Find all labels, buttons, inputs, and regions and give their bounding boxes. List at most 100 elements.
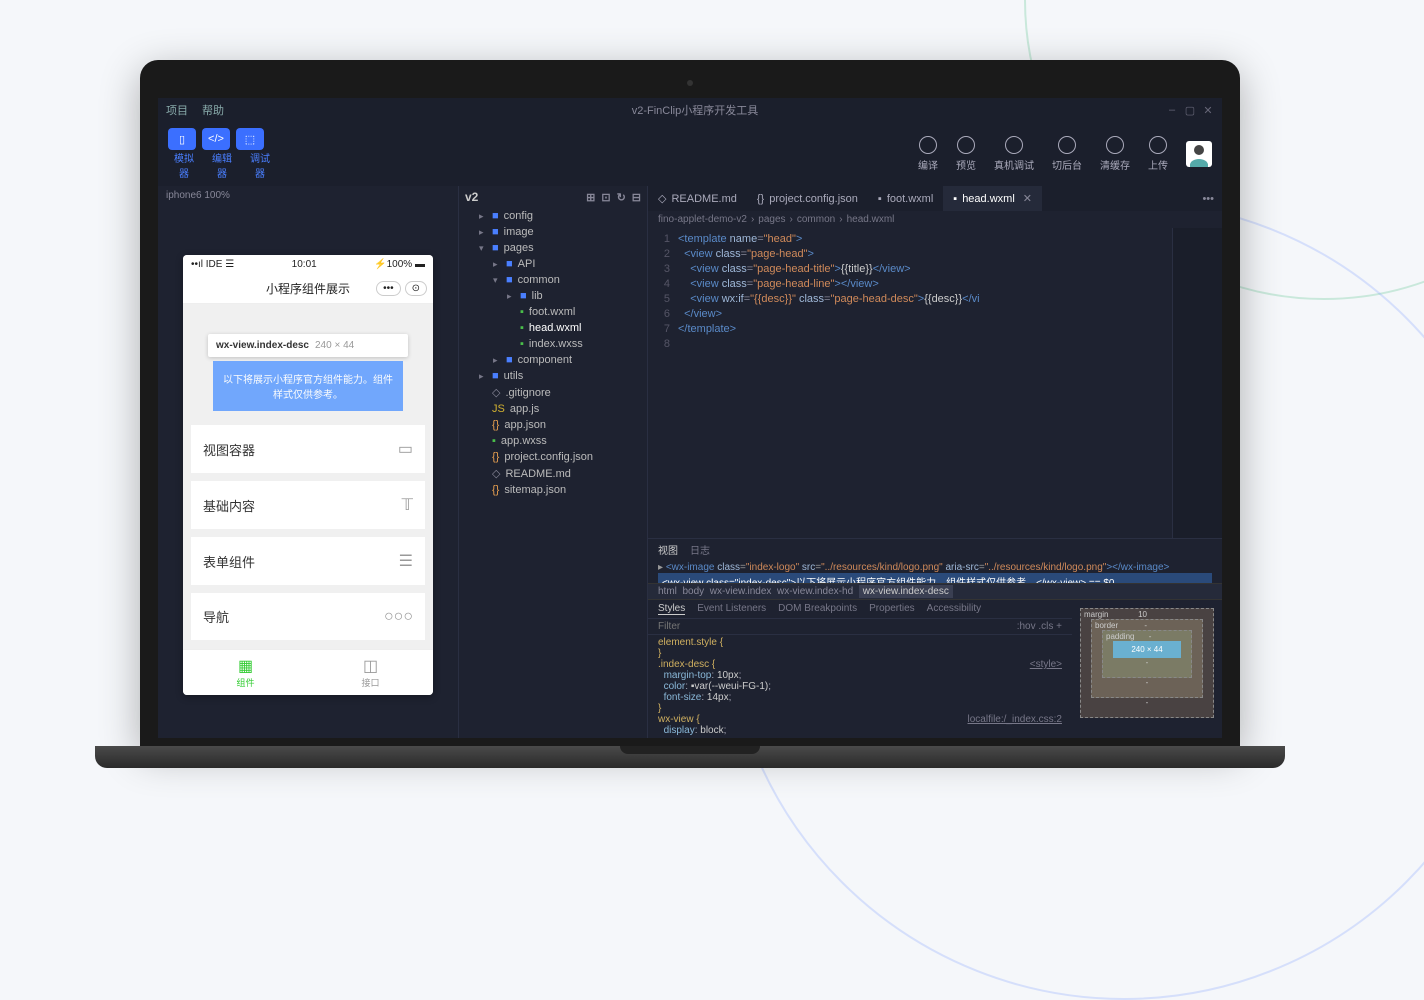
refresh-icon[interactable]: ↻ [617, 191, 626, 204]
list-item-basic[interactable]: 基础内容𝕋 [191, 481, 425, 529]
tree-file[interactable]: ▪app.wxss [459, 433, 647, 449]
compile-button[interactable]: 编译 [918, 136, 938, 172]
folder-icon: ■ [492, 210, 499, 222]
close-icon[interactable]: ✕ [1023, 192, 1032, 205]
tab-foot[interactable]: ▪foot.wxml [868, 187, 943, 211]
tree-file[interactable]: ◇.gitignore [459, 384, 647, 401]
tree-file[interactable]: {}project.config.json [459, 449, 647, 465]
hov-toggle[interactable]: :hov [1017, 621, 1036, 632]
user-avatar[interactable] [1186, 141, 1212, 167]
new-folder-icon[interactable]: ⊡ [601, 191, 610, 204]
styles-filter-input[interactable] [658, 621, 1017, 632]
tree-folder[interactable]: ▾■common [459, 272, 647, 288]
remote-debug-button[interactable]: 真机调试 [994, 136, 1034, 172]
page-title: 小程序组件展示 [266, 280, 350, 297]
list-item-view[interactable]: 视图容器▭ [191, 425, 425, 473]
tab-api[interactable]: ◫接口 [308, 650, 433, 695]
editor-button[interactable]: </> [202, 128, 230, 150]
styletab-styles[interactable]: Styles [658, 603, 685, 615]
close-icon[interactable]: ✕ [1202, 104, 1214, 117]
tab-projectconfig[interactable]: {}project.config.json [747, 187, 868, 211]
line-gutter: 12345678 [648, 228, 678, 538]
dom-breadcrumb[interactable]: html body wx-view.index wx-view.index-hd… [648, 583, 1222, 600]
debugger-button[interactable]: ⬚ [236, 128, 264, 150]
list-item-form[interactable]: 表单组件☰ [191, 537, 425, 585]
folder-icon: ■ [492, 242, 499, 254]
simulator-device-label: iphone6 100% [158, 186, 458, 205]
code-editor[interactable]: 12345678 <template name="head"> <view cl… [648, 228, 1222, 538]
tab-head[interactable]: ▪head.wxml✕ [943, 186, 1042, 211]
styletab-a11y[interactable]: Accessibility [927, 603, 981, 615]
editor-tabs: ◇README.md {}project.config.json ▪foot.w… [648, 186, 1222, 211]
minimize-icon[interactable]: – [1166, 104, 1178, 117]
preview-button[interactable]: 预览 [956, 136, 976, 172]
folder-icon: ■ [506, 354, 513, 366]
selected-element[interactable]: 以下将展示小程序官方组件能力。组件样式仅供参考。 [213, 361, 403, 411]
tab-components[interactable]: ▦组件 [183, 650, 308, 695]
tree-file[interactable]: ▪head.wxml [459, 320, 647, 336]
container-icon: ▭ [398, 439, 413, 459]
tree-file[interactable]: ▪foot.wxml [459, 304, 647, 320]
menu-project[interactable]: 项目 [166, 102, 188, 118]
inspector-tooltip: wx-view.index-desc240 × 44 [208, 334, 408, 357]
close-capsule[interactable]: ⊙ [405, 281, 427, 296]
grid-icon: ▦ [189, 656, 302, 676]
devtab-data[interactable]: 日志 [690, 542, 710, 557]
editor-label: 编辑器 [208, 150, 236, 180]
simulator-button[interactable]: ▯ [168, 128, 196, 150]
tab-readme[interactable]: ◇README.md [648, 186, 747, 211]
upload-button[interactable]: 上传 [1148, 136, 1168, 172]
tree-folder[interactable]: ▾■pages [459, 240, 647, 256]
tree-folder[interactable]: ▸■component [459, 352, 647, 368]
tree-file[interactable]: ▪index.wxss [459, 336, 647, 352]
simulator-label: 模拟器 [170, 150, 198, 180]
breadcrumb: fino-applet-demo-v2›pages›common›head.wx… [648, 211, 1222, 228]
folder-icon: ■ [506, 274, 513, 286]
tree-file[interactable]: {}app.json [459, 417, 647, 433]
new-file-icon[interactable]: ⊞ [586, 191, 595, 204]
list-item-nav[interactable]: 导航○○○ [191, 593, 425, 640]
wxss-icon: ▪ [492, 435, 496, 447]
tree-folder[interactable]: ▸■lib [459, 288, 647, 304]
menu-capsule[interactable]: ••• [376, 281, 401, 296]
styletab-properties[interactable]: Properties [869, 603, 915, 615]
styletab-listeners[interactable]: Event Listeners [697, 603, 766, 615]
tree-folder[interactable]: ▸■API [459, 256, 647, 272]
folder-icon: ■ [492, 370, 499, 382]
laptop-base [95, 746, 1285, 768]
tree-folder[interactable]: ▸■config [459, 208, 647, 224]
eye-icon [957, 136, 975, 154]
tree-file[interactable]: {}sitemap.json [459, 482, 647, 498]
clear-cache-button[interactable]: 清缓存 [1100, 136, 1130, 172]
tree-file[interactable]: JSapp.js [459, 401, 647, 417]
phone-content[interactable]: wx-view.index-desc240 × 44 以下将展示小程序官方组件能… [183, 304, 433, 649]
styletab-breakpoints[interactable]: DOM Breakpoints [778, 603, 857, 615]
background-button[interactable]: 切后台 [1052, 136, 1082, 172]
devtab-tree[interactable]: 视图 [658, 542, 678, 557]
tree-folder[interactable]: ▸■image [459, 224, 647, 240]
clock: 10:01 [292, 259, 317, 270]
style-rules[interactable]: element.style { } <style>.index-desc { m… [648, 635, 1072, 738]
app-window: 项目 帮助 v2-FinClip小程序开发工具 – ▢ ✕ ▯ </> ⬚ 模拟… [158, 98, 1222, 738]
cls-toggle[interactable]: .cls [1038, 621, 1053, 632]
wxml-icon: ▪ [878, 193, 882, 205]
add-rule-icon[interactable]: + [1056, 621, 1062, 632]
trash-icon [1106, 136, 1124, 154]
editor-panel: ◇README.md {}project.config.json ▪foot.w… [648, 186, 1222, 738]
dom-inspector[interactable]: ▸ <wx-image class="index-logo" src="../r… [648, 560, 1222, 583]
minimap[interactable] [1172, 228, 1222, 538]
menu-help[interactable]: 帮助 [202, 102, 224, 118]
list-icon: ☰ [399, 551, 413, 571]
simulator-panel: iphone6 100% ••ıl IDE ☰ 10:01 ⚡100% ▬ 小程… [158, 186, 458, 738]
maximize-icon[interactable]: ▢ [1184, 104, 1196, 117]
folder-icon: ■ [492, 226, 499, 238]
more-tabs-icon[interactable]: ••• [1194, 193, 1222, 205]
file-explorer: v2 ⊞ ⊡ ↻ ⊟ ▸■config ▸■image ▾■pages ▸■AP… [458, 186, 648, 738]
folder-icon: ■ [520, 290, 527, 302]
tree-folder[interactable]: ▸■utils [459, 368, 647, 384]
collapse-icon[interactable]: ⊟ [632, 191, 641, 204]
tree-file[interactable]: ◇README.md [459, 465, 647, 482]
md-icon: ◇ [492, 467, 500, 480]
window-title: v2-FinClip小程序开发工具 [224, 102, 1166, 118]
wxml-icon: ▪ [953, 193, 957, 205]
